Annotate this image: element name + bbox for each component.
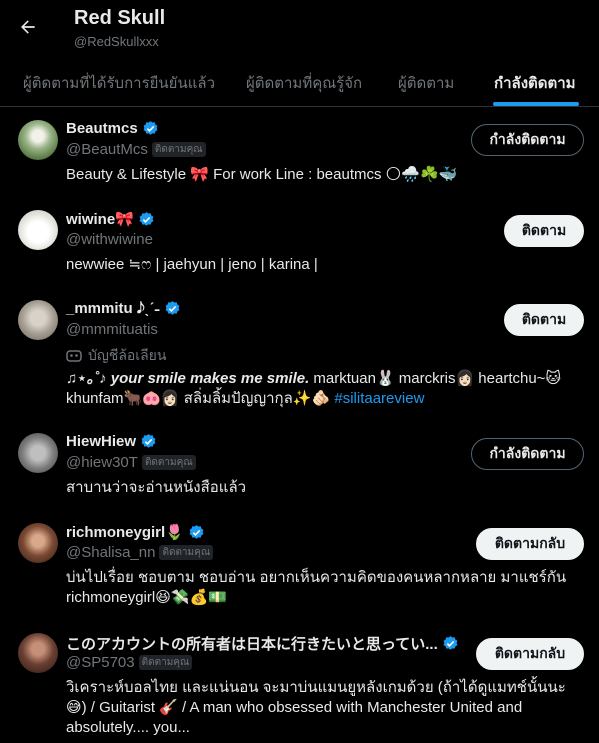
user-bio: บ่นไปเรื่อย ชอบตาม ชอบอ่าน อยากเห็นความค… <box>66 569 567 606</box>
user-handle: @withwiwine <box>66 231 153 248</box>
user-row[interactable]: HiewHiew @hiew30T ติดตามคุณ สาบานว่าจะอ่… <box>0 428 599 508</box>
follows-you-badge: ติดตามคุณ <box>151 142 206 157</box>
user-handle: @SP5703 <box>66 654 135 671</box>
user-row[interactable]: Beautmcs @BeautMcs ติดตามคุณ Beauty & Li… <box>0 115 599 197</box>
verified-badge-icon <box>139 211 154 226</box>
verified-badge-icon <box>143 121 158 135</box>
avatar[interactable] <box>18 120 58 160</box>
avatar[interactable] <box>18 300 58 340</box>
profile-header: Red Skull @RedSkullxxx <box>0 0 599 60</box>
user-name[interactable]: wiwine🎀 <box>66 210 134 228</box>
avatar[interactable] <box>18 210 58 250</box>
user-handle: @hiew30T <box>66 454 138 471</box>
user-handle: @Shalisa_nn <box>66 544 156 561</box>
follow-back-button[interactable]: ติดตามกลับ <box>476 528 584 560</box>
following-button[interactable]: กำลังติดตาม <box>471 438 584 470</box>
parody-label-text: บัญชีล้อเลียน <box>88 347 167 363</box>
user-bio: ♫⋆｡˚♪ your smile makes me smile. marktua… <box>66 369 581 409</box>
avatar[interactable] <box>18 633 58 673</box>
follow-button[interactable]: ติดตาม <box>504 304 584 336</box>
hashtag-link[interactable]: #silitaareview <box>334 390 424 407</box>
user-name[interactable]: richmoneygirl🌷 <box>66 523 184 541</box>
avatar[interactable] <box>18 433 58 473</box>
follows-you-badge: ติดตามคุณ <box>141 455 196 470</box>
user-row[interactable]: richmoneygirl🌷 @Shalisa_nn ติดตามคุณ บ่น… <box>0 518 599 618</box>
follows-you-badge: ติดตามคุณ <box>138 655 193 670</box>
verified-badge-icon <box>189 524 204 539</box>
user-name[interactable]: このアカウントの所有者は日本に行きたいと思ってい... <box>66 633 438 654</box>
user-handle: @BeautMcs <box>66 141 148 158</box>
page-title: Red Skull <box>74 7 166 29</box>
profile-handle: @RedSkullxxx <box>74 34 159 49</box>
user-name[interactable]: HiewHiew <box>66 433 136 450</box>
active-tab-indicator <box>493 102 579 106</box>
mask-icon <box>66 350 82 362</box>
avatar[interactable] <box>18 523 58 563</box>
follow-button[interactable]: ติดตาม <box>504 215 584 247</box>
user-bio: วิเคราะห์บอลไทย และแน่นอน จะมาบ่นแมนยูหล… <box>66 679 566 736</box>
tab-followers[interactable]: ผู้ติดตาม <box>398 60 454 106</box>
bio-emphasis: ♫⋆｡˚♪ your smile makes me smile. <box>66 370 310 387</box>
user-name[interactable]: Beautmcs <box>66 120 138 137</box>
tab-following[interactable]: กำลังติดตาม <box>494 60 576 106</box>
tab-followers-you-know[interactable]: ผู้ติดตามที่คุณรู้จัก <box>246 60 362 106</box>
user-bio: Beauty & Lifestyle 🎀 For work Line : bea… <box>66 166 458 183</box>
following-button[interactable]: กำลังติดตาม <box>471 124 584 156</box>
user-row[interactable]: このアカウントの所有者は日本に行きたいと思ってい... @SP5703 ติดต… <box>0 628 599 743</box>
user-bio: สาบานว่าจะอ่านหนังสือแล้ว <box>66 479 247 496</box>
user-handle: @mmmituatis <box>66 321 158 338</box>
user-name[interactable]: _mmmitu 𝅘𝅥𝅮ˎˊ˗ <box>66 300 160 317</box>
verified-badge-icon <box>141 434 156 448</box>
user-row[interactable]: wiwine🎀 @withwiwine newwiee ≒ෆ | jaehyun… <box>0 205 599 285</box>
parody-account-label: บัญชีล้อเลียน <box>66 345 166 367</box>
back-arrow-icon[interactable] <box>16 15 40 39</box>
follows-you-badge: ติดตามคุณ <box>159 545 214 560</box>
verified-badge-icon <box>165 301 180 315</box>
user-bio: newwiee ≒ෆ | jaehyun | jeno | karina | <box>66 256 318 273</box>
tab-verified-followers[interactable]: ผู้ติดตามที่ได้รับการยืนยันแล้ว <box>23 60 215 106</box>
user-row[interactable]: _mmmitu 𝅘𝅥𝅮ˎˊ˗ @mmmituatis บัญชีล้อเลียน… <box>0 295 599 415</box>
follow-back-button[interactable]: ติดตามกลับ <box>476 638 584 670</box>
follow-tabs: ผู้ติดตามที่ได้รับการยืนยันแล้ว ผู้ติดตา… <box>0 60 599 107</box>
verified-badge-icon <box>443 636 458 650</box>
